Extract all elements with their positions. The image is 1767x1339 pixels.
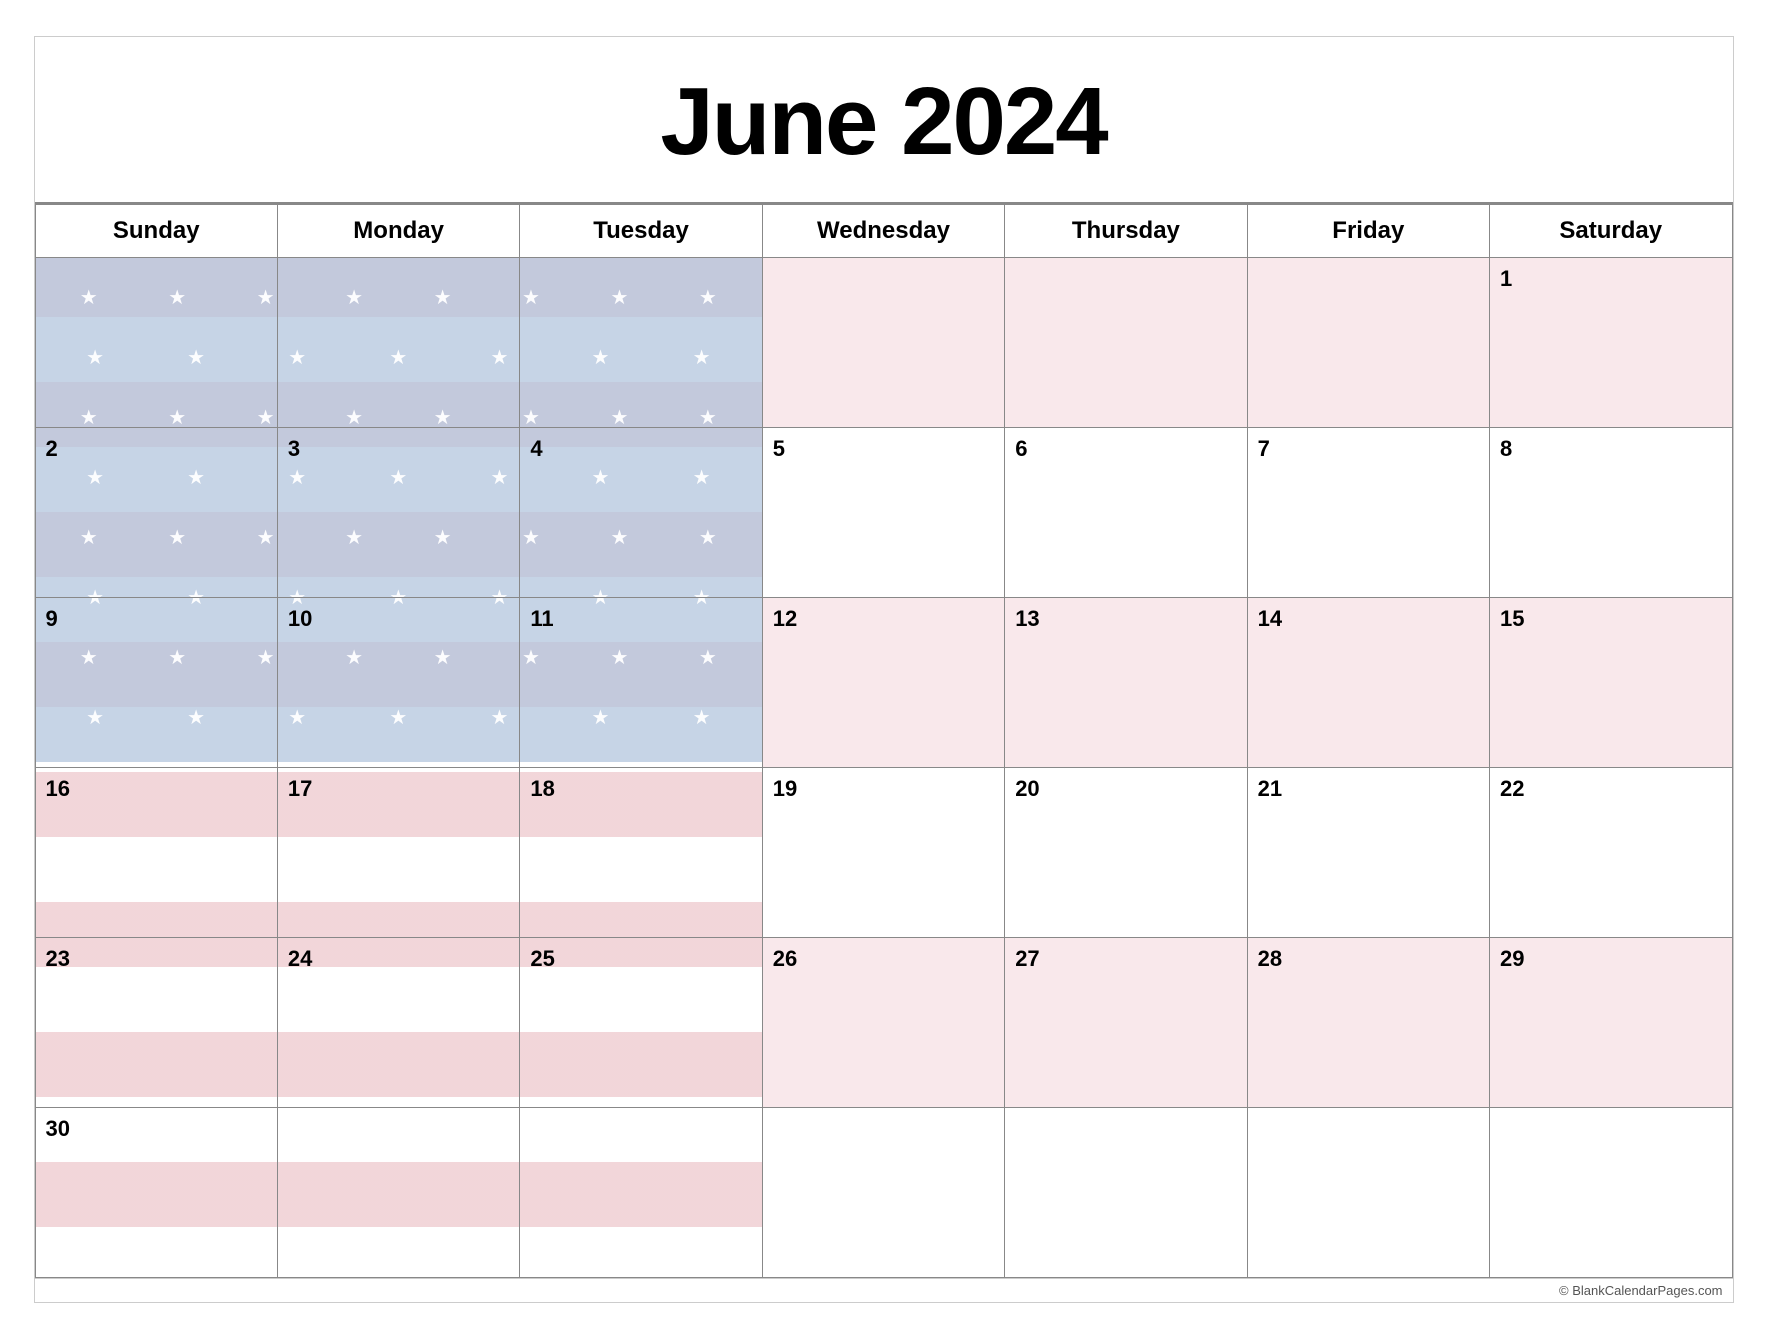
calendar-cell: 27 xyxy=(1005,938,1247,1108)
calendar-cell xyxy=(762,258,1004,428)
calendar-cell xyxy=(35,258,277,428)
calendar-cell: 5 xyxy=(762,428,1004,598)
calendar-cell: 2 xyxy=(35,428,277,598)
calendar-cell: 14 xyxy=(1247,598,1489,768)
calendar-cell: 26 xyxy=(762,938,1004,1108)
calendar-cell: 11 xyxy=(520,598,762,768)
col-wednesday: Wednesday xyxy=(762,205,1004,258)
week-row-1: 1 xyxy=(35,258,1732,428)
calendar-cell: 18 xyxy=(520,768,762,938)
calendar-cell xyxy=(1005,1108,1247,1278)
calendar-cell xyxy=(277,1108,519,1278)
col-thursday: Thursday xyxy=(1005,205,1247,258)
calendar-cell xyxy=(1005,258,1247,428)
calendar-cell: 10 xyxy=(277,598,519,768)
watermark: © BlankCalendarPages.com xyxy=(35,1278,1733,1302)
calendar-cell: 29 xyxy=(1490,938,1732,1108)
calendar-cell: 21 xyxy=(1247,768,1489,938)
calendar-body: 1234567891011121314151617181920212223242… xyxy=(35,258,1732,1278)
calendar-cell: 4 xyxy=(520,428,762,598)
week-row-4: 16171819202122 xyxy=(35,768,1732,938)
calendar-cell: 20 xyxy=(1005,768,1247,938)
calendar-cell xyxy=(520,1108,762,1278)
calendar-cell: 30 xyxy=(35,1108,277,1278)
table-wrapper: ★ ★ ★ ★ ★ ★ ★ ★ ★ ★ ★ ★ ★ ★ ★ xyxy=(35,204,1733,1278)
week-row-2: 2345678 xyxy=(35,428,1732,598)
calendar-cell xyxy=(277,258,519,428)
calendar-cell xyxy=(762,1108,1004,1278)
week-row-6: 30 xyxy=(35,1108,1732,1278)
calendar-cell: 22 xyxy=(1490,768,1732,938)
col-tuesday: Tuesday xyxy=(520,205,762,258)
calendar-cell: 25 xyxy=(520,938,762,1108)
calendar-cell xyxy=(520,258,762,428)
calendar-cell xyxy=(1247,1108,1489,1278)
calendar-title: June 2024 xyxy=(35,37,1733,204)
calendar-cell xyxy=(1490,1108,1732,1278)
calendar-cell: 17 xyxy=(277,768,519,938)
week-row-5: 23242526272829 xyxy=(35,938,1732,1108)
calendar-cell: 9 xyxy=(35,598,277,768)
col-monday: Monday xyxy=(277,205,519,258)
col-saturday: Saturday xyxy=(1490,205,1732,258)
calendar-cell: 19 xyxy=(762,768,1004,938)
calendar-cell: 24 xyxy=(277,938,519,1108)
calendar-cell: 23 xyxy=(35,938,277,1108)
calendar-cell: 28 xyxy=(1247,938,1489,1108)
calendar-cell: 13 xyxy=(1005,598,1247,768)
calendar-cell: 1 xyxy=(1490,258,1732,428)
header-row: Sunday Monday Tuesday Wednesday Thursday… xyxy=(35,205,1732,258)
calendar-table: Sunday Monday Tuesday Wednesday Thursday… xyxy=(35,204,1733,1278)
calendar-container: June 2024 ★ ★ ★ ★ ★ ★ ★ ★ ★ ★ xyxy=(34,36,1734,1303)
col-friday: Friday xyxy=(1247,205,1489,258)
calendar-cell: 16 xyxy=(35,768,277,938)
week-row-3: 9101112131415 xyxy=(35,598,1732,768)
calendar-cell: 7 xyxy=(1247,428,1489,598)
calendar-cell: 8 xyxy=(1490,428,1732,598)
calendar-cell xyxy=(1247,258,1489,428)
col-sunday: Sunday xyxy=(35,205,277,258)
calendar-cell: 6 xyxy=(1005,428,1247,598)
calendar-cell: 12 xyxy=(762,598,1004,768)
calendar-cell: 3 xyxy=(277,428,519,598)
calendar-cell: 15 xyxy=(1490,598,1732,768)
